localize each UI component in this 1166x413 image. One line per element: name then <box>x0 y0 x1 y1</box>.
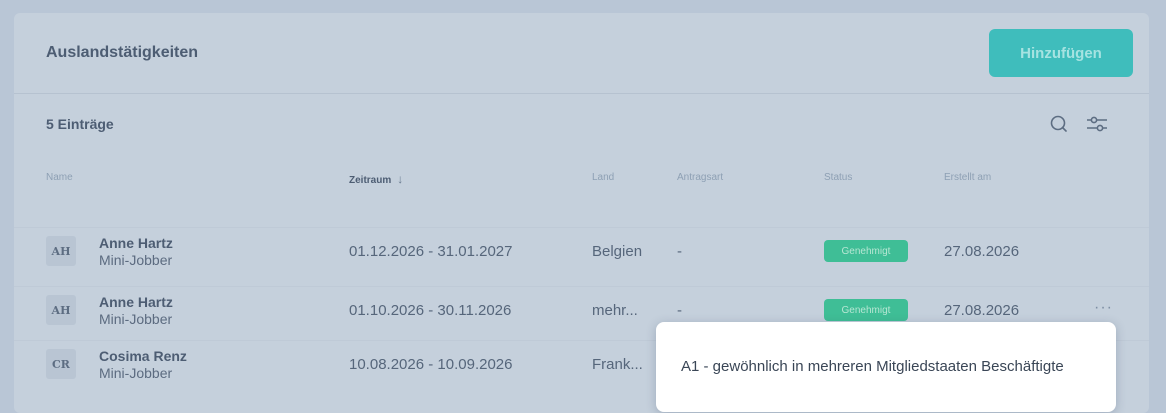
toolbar-icons <box>1047 112 1109 136</box>
employee-name: Cosima Renz <box>99 348 187 364</box>
status-badge: Genehmigt <box>824 240 908 262</box>
column-header-name[interactable]: Name <box>46 172 73 183</box>
created-date-cell: 27.08.2026 <box>944 243 1020 260</box>
avatar: CR <box>46 349 76 379</box>
column-header-antragsart[interactable]: Antragsart <box>677 172 723 183</box>
column-header-status[interactable]: Status <box>824 172 852 183</box>
country-cell: Belgien <box>592 243 643 260</box>
sliders-icon[interactable] <box>1085 112 1109 136</box>
column-header-zeitraum-label: Zeitraum <box>349 175 392 186</box>
table-row[interactable]: AH Anne Hartz Mini-Jobber 01.12.2026 - 3… <box>14 227 1149 274</box>
card-header: Auslandstätigkeiten Hinzufügen <box>14 13 1149 94</box>
period-cell: 01.12.2026 - 31.01.2027 <box>349 243 513 260</box>
application-type-cell: - <box>677 302 682 319</box>
employee-name: Anne Hartz <box>99 294 173 310</box>
employee-role: Mini-Jobber <box>99 365 173 381</box>
application-type-cell: - <box>677 243 682 260</box>
status-badge: Genehmigt <box>824 299 908 321</box>
country-cell: Frank... <box>592 356 643 373</box>
created-date-cell: 27.08.2026 <box>944 302 1020 319</box>
page-title: Auslandstätigkeiten <box>46 44 199 61</box>
country-tooltip: A1 - gewöhnlich in mehreren Mitgliedstaa… <box>656 322 1116 412</box>
table-toolbar: 5 Einträge <box>14 94 1149 154</box>
period-cell: 10.08.2026 - 10.09.2026 <box>349 356 513 373</box>
entry-count: 5 Einträge <box>46 116 114 132</box>
add-button[interactable]: Hinzufügen <box>989 29 1133 77</box>
sort-down-icon: ↓ <box>397 172 404 186</box>
column-header-erstellt[interactable]: Erstellt am <box>944 172 991 183</box>
avatar: AH <box>46 236 76 266</box>
period-cell: 01.10.2026 - 30.11.2026 <box>349 302 512 319</box>
country-cell[interactable]: mehr... <box>592 302 638 319</box>
employee-role: Mini-Jobber <box>99 252 173 268</box>
search-icon[interactable] <box>1047 112 1071 136</box>
employee-role: Mini-Jobber <box>99 311 173 327</box>
column-header-land[interactable]: Land <box>592 172 614 183</box>
column-header-zeitraum[interactable]: Zeitraum ↓ <box>349 172 403 186</box>
employee-name: Anne Hartz <box>99 235 173 251</box>
more-options-button[interactable]: ··· <box>1094 299 1113 317</box>
avatar: AH <box>46 295 76 325</box>
